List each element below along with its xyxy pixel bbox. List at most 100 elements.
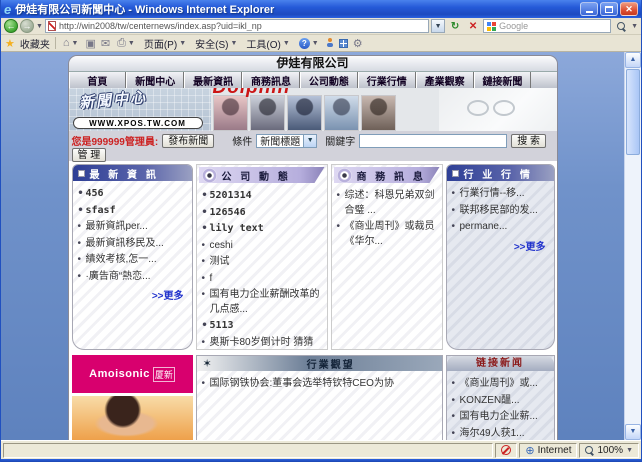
refresh-button[interactable]: ↻ xyxy=(447,19,463,33)
news-item[interactable]: 《商业周刊》或... xyxy=(449,376,552,393)
search-box[interactable]: Google xyxy=(483,19,612,33)
manage-button[interactable]: 管 理 xyxy=(71,148,107,162)
gear-icon[interactable]: ⚙ xyxy=(353,37,363,50)
page-background: 伊娃有限公司 首頁 新聞中心 最新資訊 商務訊息 公司動態 行業行情 產業觀察 … xyxy=(1,52,624,440)
back-button[interactable]: ← xyxy=(4,19,18,33)
nav-latest-info[interactable]: 最新資訊 xyxy=(184,72,243,88)
condition-select[interactable]: 新聞標題 ▼ xyxy=(256,133,318,148)
news-item[interactable]: 績效考核,怎一... xyxy=(75,252,190,269)
help-menu[interactable]: ? ▼ xyxy=(297,37,321,49)
industry-outlook-list: 国际钢铁协会:董事会选举特钦特CEO为协 xyxy=(199,376,440,393)
window-title: 伊娃有限公司新聞中心 - Windows Internet Explorer xyxy=(15,4,275,16)
news-item[interactable]: ceshi xyxy=(199,238,325,255)
extra-toolbar-icon[interactable] xyxy=(338,38,348,48)
news-item[interactable]: 126546 xyxy=(199,205,325,222)
target-circle-icon xyxy=(337,168,352,183)
nav-link-news[interactable]: 鏈接新聞 xyxy=(473,72,532,88)
close-icon: ✕ xyxy=(625,3,633,14)
separator xyxy=(54,37,56,49)
news-item[interactable]: 联邦移民部的发... xyxy=(449,203,552,220)
minimize-button[interactable] xyxy=(580,2,598,16)
scrollbar-thumb[interactable] xyxy=(626,69,640,155)
site-nav: 首頁 新聞中心 最新資訊 商務訊息 公司動態 行業行情 產業觀察 鏈接新聞 xyxy=(68,71,557,88)
command-bar: ★ 收藏夹 ⌂ ▼ ▣ ✉ ⎙ ▼ 页面(P) ▼ 安全(S) ▼ 工具(O) ▼ ? ▼ … xyxy=(1,35,641,52)
favorites-star-icon[interactable]: ★ xyxy=(5,37,15,50)
admin-status-text: 您是999999管理員: xyxy=(71,137,159,148)
address-dropdown-button[interactable]: ▼ xyxy=(431,19,446,33)
news-item[interactable]: 行業行情--移... xyxy=(449,186,552,203)
section-business-info: 商 務 訊 息 综述：科恩兄弟双剑合璧 ... 《商业周刊》或裁员《华尔... xyxy=(330,164,443,350)
magnifier-icon xyxy=(616,21,626,31)
page-error-icon xyxy=(47,21,56,31)
nav-home[interactable]: 首頁 xyxy=(68,72,127,88)
email-icon[interactable]: ✉ xyxy=(101,37,110,50)
feed-icon[interactable]: ▣ xyxy=(85,37,95,50)
news-item[interactable]: permane... xyxy=(449,219,552,236)
news-item[interactable]: 海尔49人获1... xyxy=(449,426,552,440)
news-item[interactable]: 国有电力企业薪... xyxy=(449,409,552,426)
more-link[interactable]: >>更多 xyxy=(73,285,192,302)
search-go-button[interactable] xyxy=(613,19,629,33)
search-options-icon[interactable]: ▼ xyxy=(631,23,638,30)
print-button[interactable]: ⎙ ▼ xyxy=(115,37,137,50)
ad-photo[interactable] xyxy=(71,396,193,440)
webpage: 伊娃有限公司 首頁 新聞中心 最新資訊 商務訊息 公司動態 行業行情 產業觀察 … xyxy=(67,55,558,440)
site-header: 伊娃有限公司 首頁 新聞中心 最新資訊 商務訊息 公司動態 行業行情 產業觀察 … xyxy=(67,55,558,88)
chevron-down-icon: ▼ xyxy=(282,39,290,47)
restore-button[interactable] xyxy=(600,2,618,16)
admin-row: 您是999999管理員: 發布新聞 條件 新聞標題 ▼ 關鍵字 搜 索 xyxy=(72,133,554,148)
more-link[interactable]: >>更多 xyxy=(447,236,554,253)
scrollbar-track[interactable] xyxy=(625,156,641,424)
nav-news-center[interactable]: 新聞中心 xyxy=(126,72,185,88)
nav-company-news[interactable]: 公司動態 xyxy=(299,72,358,88)
vertical-scrollbar[interactable]: ▲ ▼ xyxy=(624,52,641,440)
news-item[interactable]: 最新資訊per... xyxy=(75,219,190,236)
zoom-panel[interactable]: 100% ▼ xyxy=(579,442,639,458)
news-item[interactable]: ·廣告商“熱恋... xyxy=(75,269,190,286)
section-company-news: 公 司 動 態 5201314 126546 lily text ceshi 测… xyxy=(195,164,328,350)
ad-banner[interactable]: Amoisonic 厦新 xyxy=(71,355,193,393)
scroll-down-icon[interactable]: ▼ xyxy=(625,424,641,440)
banner-right-graphic xyxy=(438,88,557,131)
publish-news-button[interactable]: 發布新聞 xyxy=(162,133,215,148)
news-item[interactable]: 测试 xyxy=(199,254,325,271)
nav-business-info[interactable]: 商務訊息 xyxy=(242,72,300,88)
main-content: 最 新 資 訊 456 sfasf 最新資訊per... 最新資訊移民及... … xyxy=(67,161,558,440)
news-item[interactable]: 最新資訊移民及... xyxy=(75,236,190,253)
messenger-icon[interactable] xyxy=(326,38,334,48)
scroll-up-icon[interactable]: ▲ xyxy=(625,52,641,68)
tools-menu[interactable]: 工具(O) ▼ xyxy=(244,36,291,51)
news-item[interactable]: 5201314 xyxy=(199,188,325,205)
nav-industry-market[interactable]: 行業行情 xyxy=(357,72,416,88)
news-item[interactable]: f xyxy=(199,271,325,288)
globe-icon: ⊕ xyxy=(525,444,535,457)
news-item[interactable]: 《商业周刊》或裁员《华尔... xyxy=(334,219,440,250)
history-dropdown-icon[interactable]: ▼ xyxy=(36,23,43,30)
page-menu[interactable]: 页面(P) ▼ xyxy=(142,36,188,51)
news-item[interactable]: 5113 xyxy=(199,318,325,335)
close-button[interactable]: ✕ xyxy=(620,2,638,16)
news-item[interactable]: sfasf xyxy=(75,203,190,220)
lower-sections: Amoisonic 厦新 ✶ 行業觀望 • 国际钢铁协会:董事会选举特钦特CEO… xyxy=(71,355,555,440)
banner-brand-text: Dolphin xyxy=(213,88,291,99)
nav-industry-watch[interactable]: 產業觀察 xyxy=(415,72,474,88)
news-item[interactable]: 国有电力企业薪酬改革的几点感... xyxy=(199,287,325,318)
home-button[interactable]: ⌂ ▼ xyxy=(61,37,81,49)
search-button[interactable]: 搜 索 xyxy=(511,133,546,148)
news-item[interactable]: KONZEN醞... xyxy=(449,393,552,410)
favorites-label[interactable]: 收藏夹 xyxy=(20,36,50,51)
address-bar: ← → ▼ http://win2008/tw/centernews/index… xyxy=(1,18,641,35)
news-item[interactable]: 456 xyxy=(75,186,190,203)
security-zone-panel: ⊕ Internet xyxy=(519,442,578,458)
news-item[interactable]: 综述：科恩兄弟双剑合璧 ... xyxy=(334,188,440,219)
address-field[interactable]: http://win2008/tw/centernews/index.asp?u… xyxy=(44,19,430,33)
news-item[interactable]: 国际钢铁协会:董事会选举特钦特CEO为协 xyxy=(199,376,440,393)
news-item[interactable]: 奥斯卡80岁倒计时 猜猜小金... xyxy=(199,335,325,350)
news-item[interactable]: lily text xyxy=(199,221,325,238)
zoom-dropdown-icon[interactable]: ▼ xyxy=(626,447,633,454)
stop-button[interactable]: ✕ xyxy=(465,19,481,33)
forward-button[interactable]: → xyxy=(20,19,34,33)
safety-menu[interactable]: 安全(S) ▼ xyxy=(193,36,239,51)
square-bullet-icon xyxy=(451,169,459,177)
keyword-input[interactable] xyxy=(359,133,508,148)
